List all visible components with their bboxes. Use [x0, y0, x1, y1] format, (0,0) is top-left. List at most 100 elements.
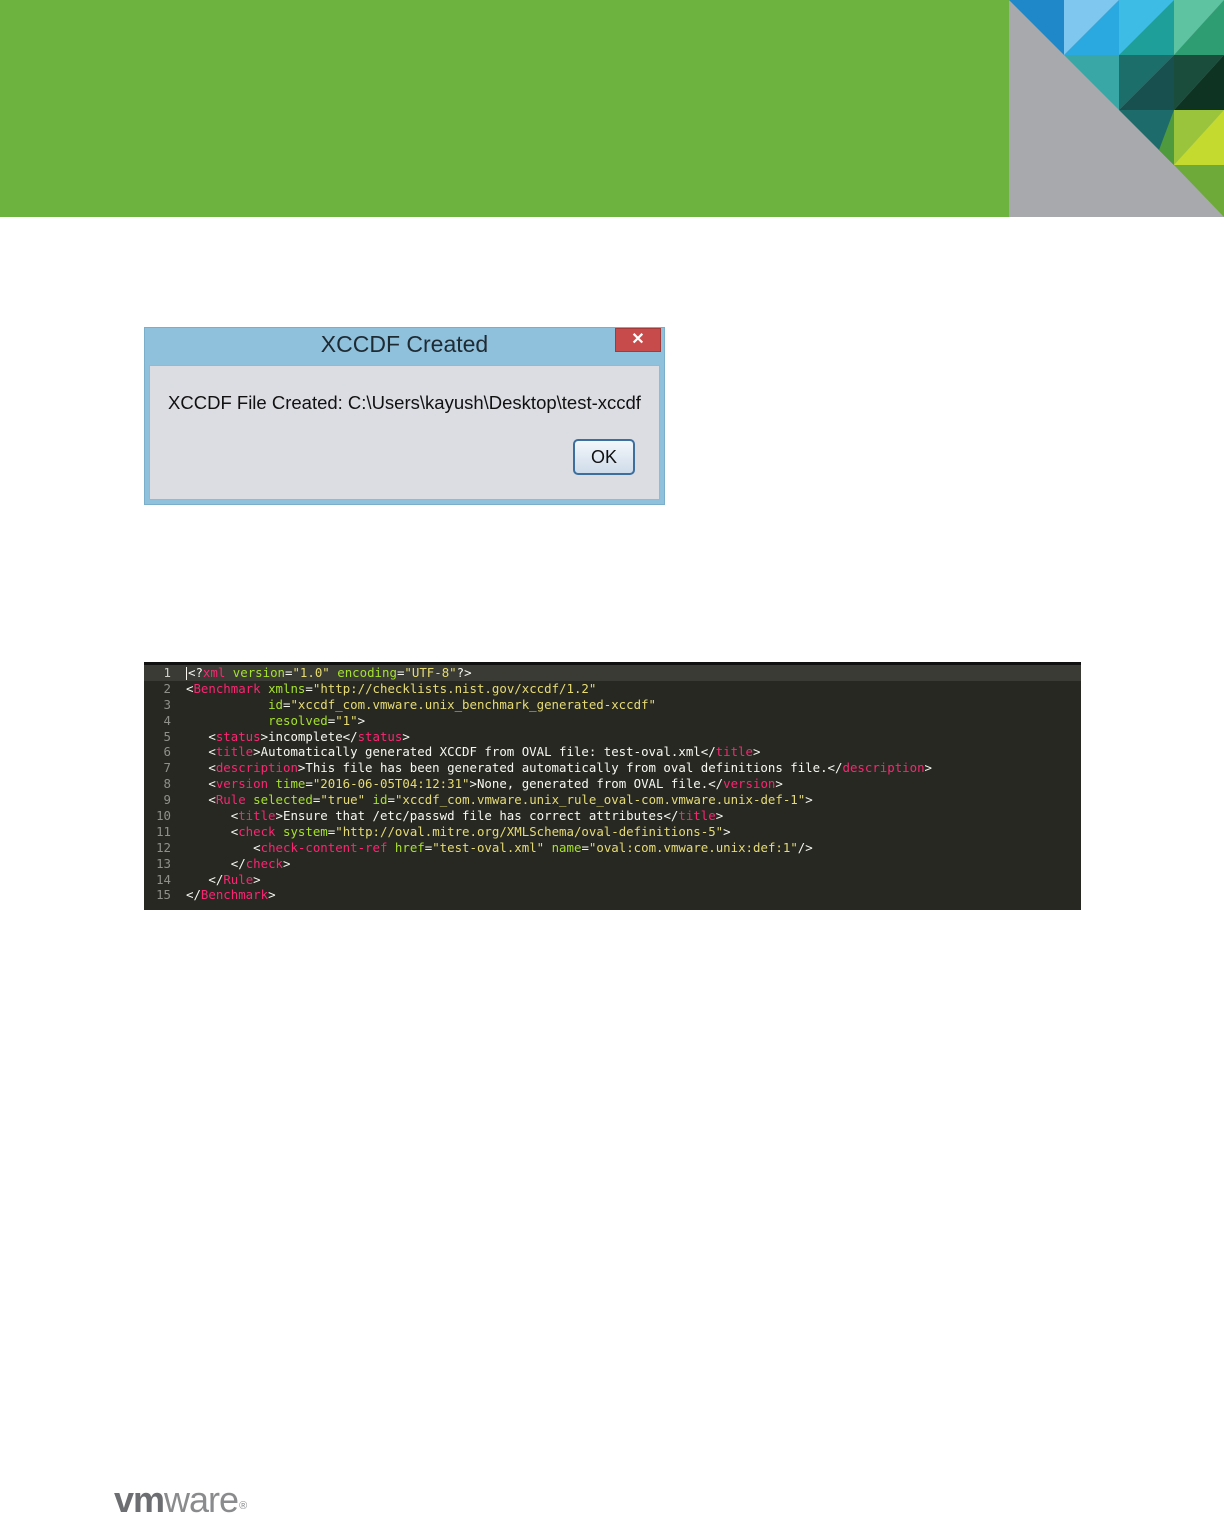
- code-token: description: [842, 760, 925, 776]
- code-token: status: [357, 728, 403, 744]
- code-token: encoding: [337, 665, 397, 680]
- dialog-titlebar[interactable]: XCCDF Created ✕: [145, 328, 664, 365]
- code-token: >: [253, 871, 261, 887]
- code-text: id="xccdf_com.vmware.unix_benchmark_gene…: [186, 697, 656, 713]
- code-token: <: [186, 728, 216, 744]
- code-token: "oval:com.vmware.unix:def:1": [588, 839, 798, 855]
- code-token: "test-oval.xml": [432, 839, 545, 855]
- code-editor[interactable]: 1 <?xml version="1.0" encoding="UTF-8"?> 2…: [144, 662, 1081, 910]
- code-token: description: [215, 760, 298, 776]
- code-lines: 1 <?xml version="1.0" encoding="UTF-8"?> 2…: [144, 665, 1081, 903]
- code-token: >: [752, 744, 761, 760]
- line-number: 11: [156, 823, 171, 839]
- code-line[interactable]: 13 </check>: [144, 856, 1081, 872]
- line-number: 7: [163, 760, 171, 776]
- code-line[interactable]: 12 <check-content-ref href = "test-oval.xm…: [144, 840, 1081, 856]
- code-line[interactable]: 14 </Rule>: [144, 872, 1081, 888]
- code-line[interactable]: 4 resolved="1">: [144, 713, 1081, 729]
- code-line[interactable]: 3 id="xccdf_com.vmware.unix_benchmark_ge…: [144, 697, 1081, 713]
- code-text: <version time="2016-06-05T04:12:31">None…: [186, 776, 782, 792]
- code-token: >: [805, 792, 813, 808]
- line-number: 3: [163, 696, 171, 712]
- code-token: />: [797, 839, 813, 855]
- code-token: "UTF-8": [404, 665, 457, 680]
- code-token: <: [186, 839, 261, 855]
- code-token: version: [723, 776, 776, 792]
- code-token: >: [283, 855, 291, 871]
- code-text: <status>incomplete</status>: [186, 728, 409, 745]
- header-decoration: [1009, 0, 1224, 217]
- vmware-logo: vmware®: [114, 1479, 247, 1520]
- code-token: "1": [335, 712, 358, 728]
- line-number: 8: [163, 776, 171, 792]
- code-line[interactable]: 8 <version time="2016-06-05T04:12:31">No…: [144, 776, 1081, 792]
- code-token: <?: [188, 665, 203, 680]
- code-line[interactable]: 11 <check system="http://oval.mitre.org/…: [144, 824, 1081, 840]
- code-token: =: [305, 680, 313, 696]
- code-token: id: [372, 792, 388, 808]
- code-text: resolved="1">: [186, 713, 365, 729]
- line-number: 1: [163, 665, 171, 680]
- code-token: xml: [202, 665, 226, 680]
- code-line[interactable]: 2 <Benchmark xmlns="http://checklists.nis…: [144, 681, 1081, 697]
- code-token: "1.0": [292, 665, 330, 680]
- code-token: status: [215, 728, 261, 744]
- code-token: =: [305, 776, 313, 792]
- code-token: >None, generated from OVAL file.</: [469, 776, 724, 792]
- line-number: 9: [163, 792, 171, 808]
- code-token: check-content-ref: [260, 839, 388, 855]
- line-number: 15: [156, 887, 171, 903]
- line-number: 10: [156, 808, 171, 824]
- code-text: </Benchmark>: [186, 887, 276, 903]
- code-text: <Benchmark xmlns="http://checklists.nist…: [186, 681, 596, 697]
- code-token: time: [275, 776, 306, 792]
- logo-ware: ware: [164, 1479, 239, 1520]
- code-token: xmlns: [268, 680, 306, 696]
- header-band: [0, 0, 1010, 217]
- code-token: >This file has been generated automatica…: [297, 760, 843, 776]
- code-text: </Rule>: [186, 871, 261, 888]
- code-text: <description>This file has been generate…: [186, 760, 932, 776]
- logo-vm: vm: [114, 1479, 165, 1520]
- code-line[interactable]: 9 <Rule selected="true" id="xccdf_com.vm…: [144, 792, 1081, 808]
- code-text: <check system="http://oval.mitre.org/XML…: [186, 824, 731, 840]
- code-token: name: [551, 839, 582, 855]
- dialog-body: XCCDF File Created: C:\Users\kayush\Desk…: [149, 365, 660, 500]
- close-button[interactable]: ✕: [615, 328, 661, 352]
- code-line[interactable]: 1 <?xml version="1.0" encoding="UTF-8"?>: [144, 665, 1081, 681]
- dialog-message: XCCDF File Created: C:\Users\kayush\Desk…: [168, 392, 641, 413]
- close-icon: ✕: [631, 331, 645, 348]
- line-number: 4: [163, 712, 171, 728]
- code-token: version: [232, 665, 285, 680]
- code-token: Rule: [223, 871, 254, 887]
- code-line[interactable]: 5 <status>incomplete</status>: [144, 729, 1081, 745]
- code-token: >Automatically generated XCCDF from OVAL…: [253, 744, 716, 760]
- code-line[interactable]: 6 <title>Automatically generated XCCDF f…: [144, 744, 1081, 760]
- code-token: title: [238, 808, 276, 824]
- code-token: Rule: [215, 792, 246, 808]
- code-line[interactable]: 10 <title>Ensure that /etc/passwd file h…: [144, 808, 1081, 824]
- dialog-title: XCCDF Created: [320, 331, 489, 357]
- code-text: </check>: [186, 855, 291, 872]
- code-token: <: [186, 823, 239, 839]
- line-number: 14: [156, 871, 171, 887]
- code-token: title: [215, 744, 254, 760]
- code-token: system: [283, 823, 328, 839]
- line-number: 13: [156, 855, 171, 871]
- code-token: <: [186, 792, 216, 808]
- code-token: <: [186, 808, 239, 824]
- code-token: =: [387, 792, 395, 808]
- code-token: check: [238, 823, 276, 839]
- code-line[interactable]: 15 </Benchmark>: [144, 887, 1081, 903]
- code-token: "true": [320, 792, 366, 808]
- ok-button[interactable]: OK: [573, 439, 635, 475]
- code-line[interactable]: 7 <description>This file has been genera…: [144, 760, 1081, 776]
